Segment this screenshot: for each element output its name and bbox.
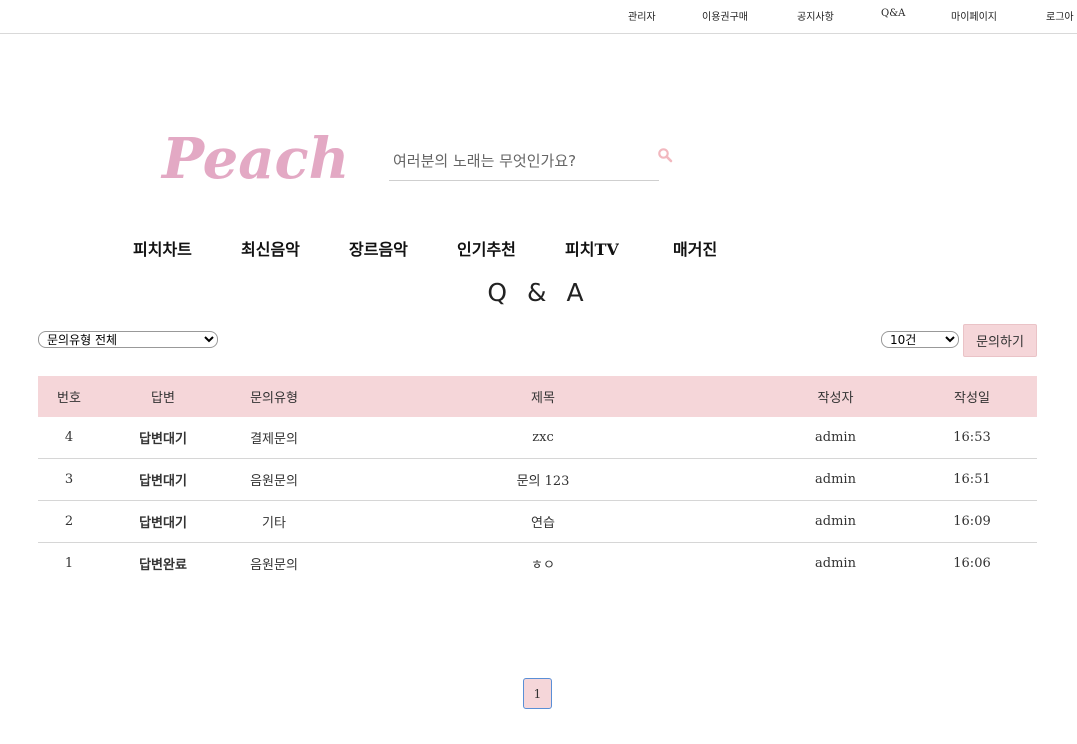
row-author: admin <box>764 458 907 501</box>
top-utility-bar: 관리자 이용권구매 공지사항 Q&A 마이페이지 로그아 <box>0 0 1077 34</box>
search-input[interactable] <box>389 144 659 178</box>
nav-item-peach-tv[interactable]: 피치TV <box>565 236 619 260</box>
topnav-qna-link[interactable]: Q&A <box>881 8 905 19</box>
row-status: 답변대기 <box>100 500 226 543</box>
qna-table: 번호 답변 문의유형 제목 작성자 작성일 4 답변대기 결제문의 zxc ad… <box>38 376 1037 584</box>
row-date: 16:53 <box>907 417 1037 459</box>
row-author: admin <box>764 417 907 459</box>
page-size-select[interactable]: 10건 <box>881 331 959 348</box>
row-date: 16:09 <box>907 500 1037 543</box>
ask-question-button[interactable]: 문의하기 <box>963 324 1037 357</box>
header-date: 작성일 <box>907 376 1037 417</box>
row-status: 답변대기 <box>100 458 226 501</box>
table-row[interactable]: 3 답변대기 음원문의 문의 123 admin 16:51 <box>38 458 1037 501</box>
row-status: 답변완료 <box>139 558 187 573</box>
peach-logo[interactable]: Peach <box>160 118 349 192</box>
search-box <box>389 144 659 181</box>
row-title-link[interactable]: zxc <box>322 417 764 459</box>
header-author: 작성자 <box>764 376 907 417</box>
table-header-row: 번호 답변 문의유형 제목 작성자 작성일 <box>38 376 1037 417</box>
header-type: 문의유형 <box>226 376 322 417</box>
table-row[interactable]: 4 답변대기 결제문의 zxc admin 16:53 <box>38 417 1037 459</box>
nav-item-genre-music[interactable]: 장르음악 <box>349 236 408 260</box>
row-no: 2 <box>38 500 100 543</box>
row-no: 3 <box>38 458 100 501</box>
row-type: 음원문의 <box>226 458 322 501</box>
header-title: 제목 <box>322 376 764 417</box>
row-type: 기타 <box>226 500 322 543</box>
pagination-page-button[interactable]: 1 <box>523 678 552 709</box>
page-title: Q & A <box>487 278 590 307</box>
table-row[interactable]: 1 답변완료 음원문의 ㅎㅇ admin 16:06 <box>38 543 1037 585</box>
logo-text: Peach <box>160 126 345 188</box>
peach-logo-mark: Peach <box>160 126 349 192</box>
row-type: 결제문의 <box>226 417 322 459</box>
inquiry-type-select[interactable]: 문의유형 전체 <box>38 331 218 348</box>
row-date: 16:51 <box>907 458 1037 501</box>
header-no: 번호 <box>38 376 100 417</box>
row-no: 4 <box>38 417 100 459</box>
header-answer: 답변 <box>100 376 226 417</box>
row-title-link[interactable]: ㅎㅇ <box>322 543 764 585</box>
nav-item-peach-chart[interactable]: 피치차트 <box>133 236 192 260</box>
row-status: 답변대기 <box>100 417 226 459</box>
nav-item-new-music[interactable]: 최신음악 <box>241 236 300 260</box>
row-author: admin <box>764 500 907 543</box>
row-type: 음원문의 <box>250 558 298 573</box>
topnav-mypage-link[interactable]: 마이페이지 <box>951 8 997 23</box>
row-date: 16:06 <box>953 556 991 571</box>
row-author: admin <box>815 556 856 571</box>
topnav-ticket-link[interactable]: 이용권구매 <box>702 8 748 23</box>
row-title-link[interactable]: 문의 123 <box>322 458 764 501</box>
search-icon[interactable] <box>657 147 673 163</box>
nav-item-popular[interactable]: 인기추천 <box>457 236 516 260</box>
topnav-admin-link[interactable]: 관리자 <box>628 8 656 23</box>
table-row[interactable]: 2 답변대기 기타 연습 admin 16:09 <box>38 500 1037 543</box>
topnav-logout-link[interactable]: 로그아 <box>1046 8 1074 23</box>
row-title-link[interactable]: 연습 <box>322 500 764 543</box>
row-no: 1 <box>64 556 74 571</box>
topnav-notice-link[interactable]: 공지사항 <box>797 8 834 23</box>
nav-item-magazine[interactable]: 매거진 <box>673 236 717 260</box>
